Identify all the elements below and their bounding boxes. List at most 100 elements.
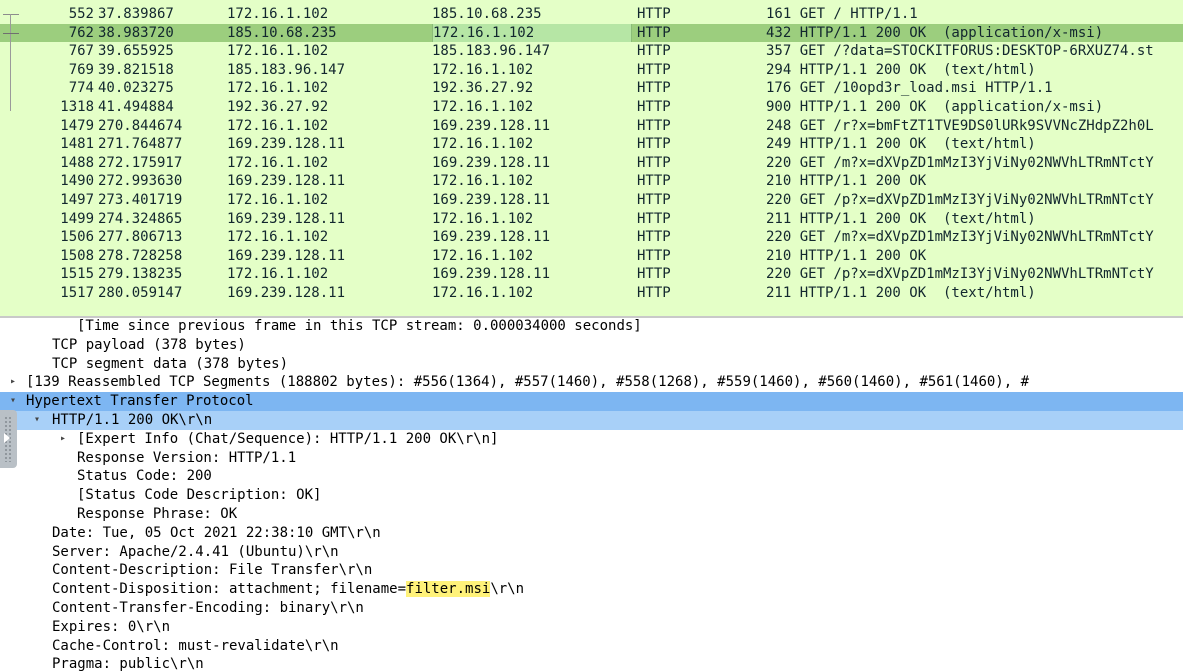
- detail-tree-item[interactable]: [Time since previous frame in this TCP s…: [0, 318, 1183, 336]
- packet-destination: 172.16.1.102: [432, 173, 534, 190]
- packet-time: 38.983720: [98, 24, 174, 41]
- packet-protocol: HTTP: [637, 266, 671, 283]
- packet-row[interactable]: 1508 278.728258 169.239.128.11 172.16.1.102…: [0, 246, 1183, 266]
- packet-row[interactable]: 1488 272.175917 172.16.1.102 169.239.128.11…: [0, 153, 1183, 173]
- packet-time: 37.839867: [98, 6, 174, 22]
- packet-protocol: HTTP: [637, 80, 671, 97]
- expanded-arrow-icon[interactable]: ▾: [7, 392, 19, 411]
- packet-row[interactable]: 1517 280.059147 169.239.128.11 172.16.1.102…: [0, 284, 1183, 303]
- detail-tree-item[interactable]: Content-Transfer-Encoding: binary\r\n: [0, 599, 1183, 618]
- packet-row[interactable]: 1506 277.806713 172.16.1.102 169.239.128.11…: [0, 228, 1183, 247]
- packet-number: 762: [68, 24, 94, 41]
- detail-tree-label: Status Code: 200: [77, 468, 212, 485]
- packet-row[interactable]: 1318 41.494884 192.36.27.92 172.16.1.102 HTT…: [0, 98, 1183, 117]
- detail-tree-item[interactable]: Content-Disposition: attachment; filenam…: [0, 580, 1183, 599]
- packet-info: 210 HTTP/1.1 200 OK: [766, 173, 927, 190]
- packet-source: 172.16.1.102: [227, 192, 329, 208]
- packet-row[interactable]: 767 39.655925 172.16.1.102 185.183.96.147 HT…: [0, 42, 1183, 61]
- packet-destination: 172.16.1.102: [432, 23, 632, 43]
- collapsed-arrow-icon[interactable]: ▸: [7, 373, 19, 392]
- packet-protocol: HTTP: [637, 136, 671, 153]
- packet-number: 1517: [60, 285, 94, 301]
- detail-tree-item[interactable]: TCP payload (378 bytes): [0, 336, 1183, 355]
- packet-source: 172.16.1.102: [227, 266, 329, 283]
- detail-tree-item[interactable]: Server: Apache/2.4.41 (Ubuntu)\r\n: [0, 543, 1183, 562]
- detail-tree-item[interactable]: Pragma: public\r\n: [0, 655, 1183, 672]
- packet-info: 900 HTTP/1.1 200 OK (application/x-msi): [766, 99, 1104, 115]
- packet-number: 1515: [60, 266, 94, 283]
- related-packet-line-icon: [10, 14, 11, 111]
- packet-protocol: HTTP: [637, 43, 671, 60]
- detail-tree-item[interactable]: Expires: 0\r\n: [0, 618, 1183, 637]
- detail-tree-item[interactable]: [Status Code Description: OK]: [0, 486, 1183, 505]
- detail-tree-item[interactable]: ▸ [Expert Info (Chat/Sequence): HTTP/1.1 …: [0, 430, 1183, 449]
- detail-tree-label: Hypertext Transfer Protocol: [26, 393, 254, 410]
- packet-source: 169.239.128.11: [227, 247, 346, 264]
- detail-tree-item[interactable]: Status Code: 200: [0, 467, 1183, 486]
- packet-source: 172.16.1.102: [227, 43, 329, 60]
- packet-row[interactable]: 1481 271.764877 169.239.128.11 172.16.1.102…: [0, 135, 1183, 154]
- packet-destination: 172.16.1.102: [432, 247, 534, 264]
- packet-row[interactable]: 1515 279.138235 172.16.1.102 169.239.128.11…: [0, 265, 1183, 284]
- packet-time: 40.023275: [98, 80, 174, 97]
- packet-row[interactable]: 774 40.023275 172.16.1.102 192.36.27.92 HTTP…: [0, 79, 1183, 98]
- detail-tree-label: TCP segment data (378 bytes): [52, 355, 289, 372]
- detail-text: Content-Disposition: attachment; filenam…: [52, 581, 407, 598]
- packet-time: 280.059147: [98, 285, 183, 301]
- packet-row-selected[interactable]: 762 38.983720 185.10.68.235 172.16.1.102 HTT…: [0, 23, 1183, 43]
- packet-protocol: HTTP: [637, 6, 671, 22]
- detail-tree-item[interactable]: Response Phrase: OK: [0, 505, 1183, 524]
- packet-time: 272.993630: [98, 173, 183, 190]
- packet-details-tree[interactable]: [Time since previous frame in this TCP s…: [0, 318, 1183, 672]
- packet-protocol: HTTP: [637, 210, 671, 227]
- detail-tree-item[interactable]: Cache-Control: must-revalidate\r\n: [0, 637, 1183, 656]
- packet-source: 172.16.1.102: [227, 117, 329, 134]
- packet-time: 274.324865: [98, 210, 183, 227]
- packet-info: 211 HTTP/1.1 200 OK (text/html): [766, 285, 1036, 301]
- packet-row[interactable]: 552 37.839867 172.16.1.102 185.10.68.235 HTT…: [0, 5, 1183, 24]
- collapsed-arrow-icon[interactable]: ▸: [57, 430, 69, 449]
- detail-tree-label: Response Phrase: OK: [77, 506, 238, 522]
- detail-tree-item[interactable]: ▸ [139 Reassembled TCP Segments (188802 b…: [0, 373, 1183, 392]
- packet-destination: 169.239.128.11: [432, 266, 551, 283]
- detail-tree-item[interactable]: Date: Tue, 05 Oct 2021 22:38:10 GMT\r\n: [0, 524, 1183, 543]
- detail-tree-item[interactable]: TCP segment data (378 bytes): [0, 355, 1183, 374]
- detail-text: \r\n: [490, 581, 525, 598]
- detail-tree-item[interactable]: Response Version: HTTP/1.1: [0, 449, 1183, 468]
- packet-source: 169.239.128.11: [227, 285, 346, 301]
- packet-protocol: HTTP: [637, 229, 671, 246]
- packet-number: 1506: [60, 229, 94, 246]
- packet-row[interactable]: 1490 272.993630 169.239.128.11 172.16.1.102…: [0, 172, 1183, 191]
- packet-number: 1318: [60, 99, 94, 115]
- packet-source: 169.239.128.11: [227, 173, 346, 190]
- packet-row[interactable]: 1479 270.844674 172.16.1.102 169.239.128.11…: [0, 116, 1183, 136]
- packet-row[interactable]: 1499 274.324865 169.239.128.11 172.16.1.102…: [0, 209, 1183, 229]
- packet-number: 1508: [60, 247, 94, 264]
- detail-tree-label: Expires: 0\r\n: [52, 618, 171, 635]
- packet-number: 1490: [60, 173, 94, 190]
- packet-list[interactable]: 552 37.839867 172.16.1.102 185.10.68.235 HTT…: [0, 0, 1183, 316]
- detail-tree-label: [Time since previous frame in this TCP s…: [77, 318, 642, 334]
- packet-destination: 169.239.128.11: [432, 117, 551, 134]
- packet-time: 273.401719: [98, 192, 183, 208]
- detail-tree-item[interactable]: ▾ Hypertext Transfer Protocol: [0, 392, 1183, 411]
- expand-arrow-icon: [4, 433, 10, 443]
- packet-row[interactable]: 769 39.821518 185.183.96.147 172.16.1.102 HT…: [0, 60, 1183, 80]
- packet-source: 169.239.128.11: [227, 136, 346, 153]
- packet-number: 1499: [60, 210, 94, 227]
- packet-number: 774: [68, 80, 94, 97]
- packet-time: 272.175917: [98, 154, 183, 171]
- packet-number: 1488: [60, 154, 94, 171]
- packet-row[interactable]: 1497 273.401719 172.16.1.102 169.239.128.11…: [0, 191, 1183, 210]
- packet-destination: 192.36.27.92: [432, 80, 534, 97]
- packet-time: 270.844674: [98, 117, 183, 134]
- detail-tree-item[interactable]: ▾ HTTP/1.1 200 OK\r\n: [0, 411, 1183, 430]
- detail-tree-label: Cache-Control: must-revalidate\r\n: [52, 637, 339, 654]
- detail-tree-label: Server: Apache/2.4.41 (Ubuntu)\r\n: [52, 543, 339, 560]
- packet-info: 220 GET /p?x=dXVpZD1mMzI3YjViNy02NWVhLTR…: [766, 192, 1154, 208]
- detail-tree-label: Content-Description: File Transfer\r\n: [52, 562, 373, 579]
- expanded-arrow-icon[interactable]: ▾: [31, 411, 43, 430]
- packet-info: 220 GET /m?x=dXVpZD1mMzI3YjViNy02NWVhLTR…: [766, 154, 1154, 171]
- detail-tree-item[interactable]: Content-Description: File Transfer\r\n: [0, 561, 1183, 580]
- drag-handle-icon[interactable]: [0, 410, 17, 468]
